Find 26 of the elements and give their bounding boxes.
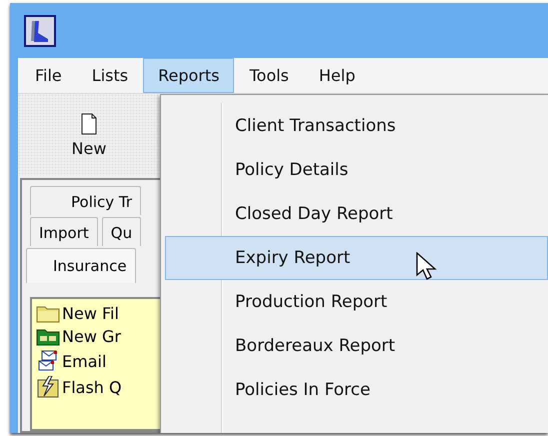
app-icon bbox=[24, 14, 56, 46]
task-item[interactable]: New Fil bbox=[36, 303, 160, 323]
tab[interactable]: Policy Tr bbox=[30, 186, 142, 215]
new-button[interactable]: New bbox=[18, 94, 160, 176]
cursor-icon bbox=[416, 252, 438, 282]
lightning-icon bbox=[36, 376, 60, 398]
tab[interactable]: Import bbox=[30, 217, 98, 246]
task-item[interactable]: Email bbox=[36, 349, 160, 373]
tab[interactable]: Insurance bbox=[26, 248, 136, 283]
task-item[interactable]: Flash Q bbox=[36, 376, 160, 398]
menu-item[interactable]: Bordereaux Report bbox=[165, 324, 548, 368]
task-item[interactable]: New Gr bbox=[36, 326, 160, 346]
menu-item[interactable]: Production Report bbox=[165, 280, 548, 324]
menu-item[interactable]: Reports bbox=[143, 58, 234, 93]
document-icon bbox=[81, 112, 97, 134]
envelopes-icon bbox=[36, 349, 60, 373]
menu-item[interactable]: Client Transactions bbox=[165, 104, 548, 148]
menu-item[interactable]: File bbox=[20, 58, 77, 93]
menu-item[interactable]: Help bbox=[304, 58, 370, 93]
menu-item[interactable]: Tools bbox=[234, 58, 304, 93]
menu-item[interactable]: Lists bbox=[76, 58, 144, 93]
menu-item[interactable]: Expiry Report bbox=[165, 236, 548, 280]
menu-item[interactable]: Policy Details bbox=[165, 148, 548, 192]
menu-item[interactable]: Closed Day Report bbox=[165, 192, 548, 236]
menu-item[interactable]: Policies In Force bbox=[165, 368, 548, 412]
tab[interactable]: Qu bbox=[102, 217, 142, 246]
